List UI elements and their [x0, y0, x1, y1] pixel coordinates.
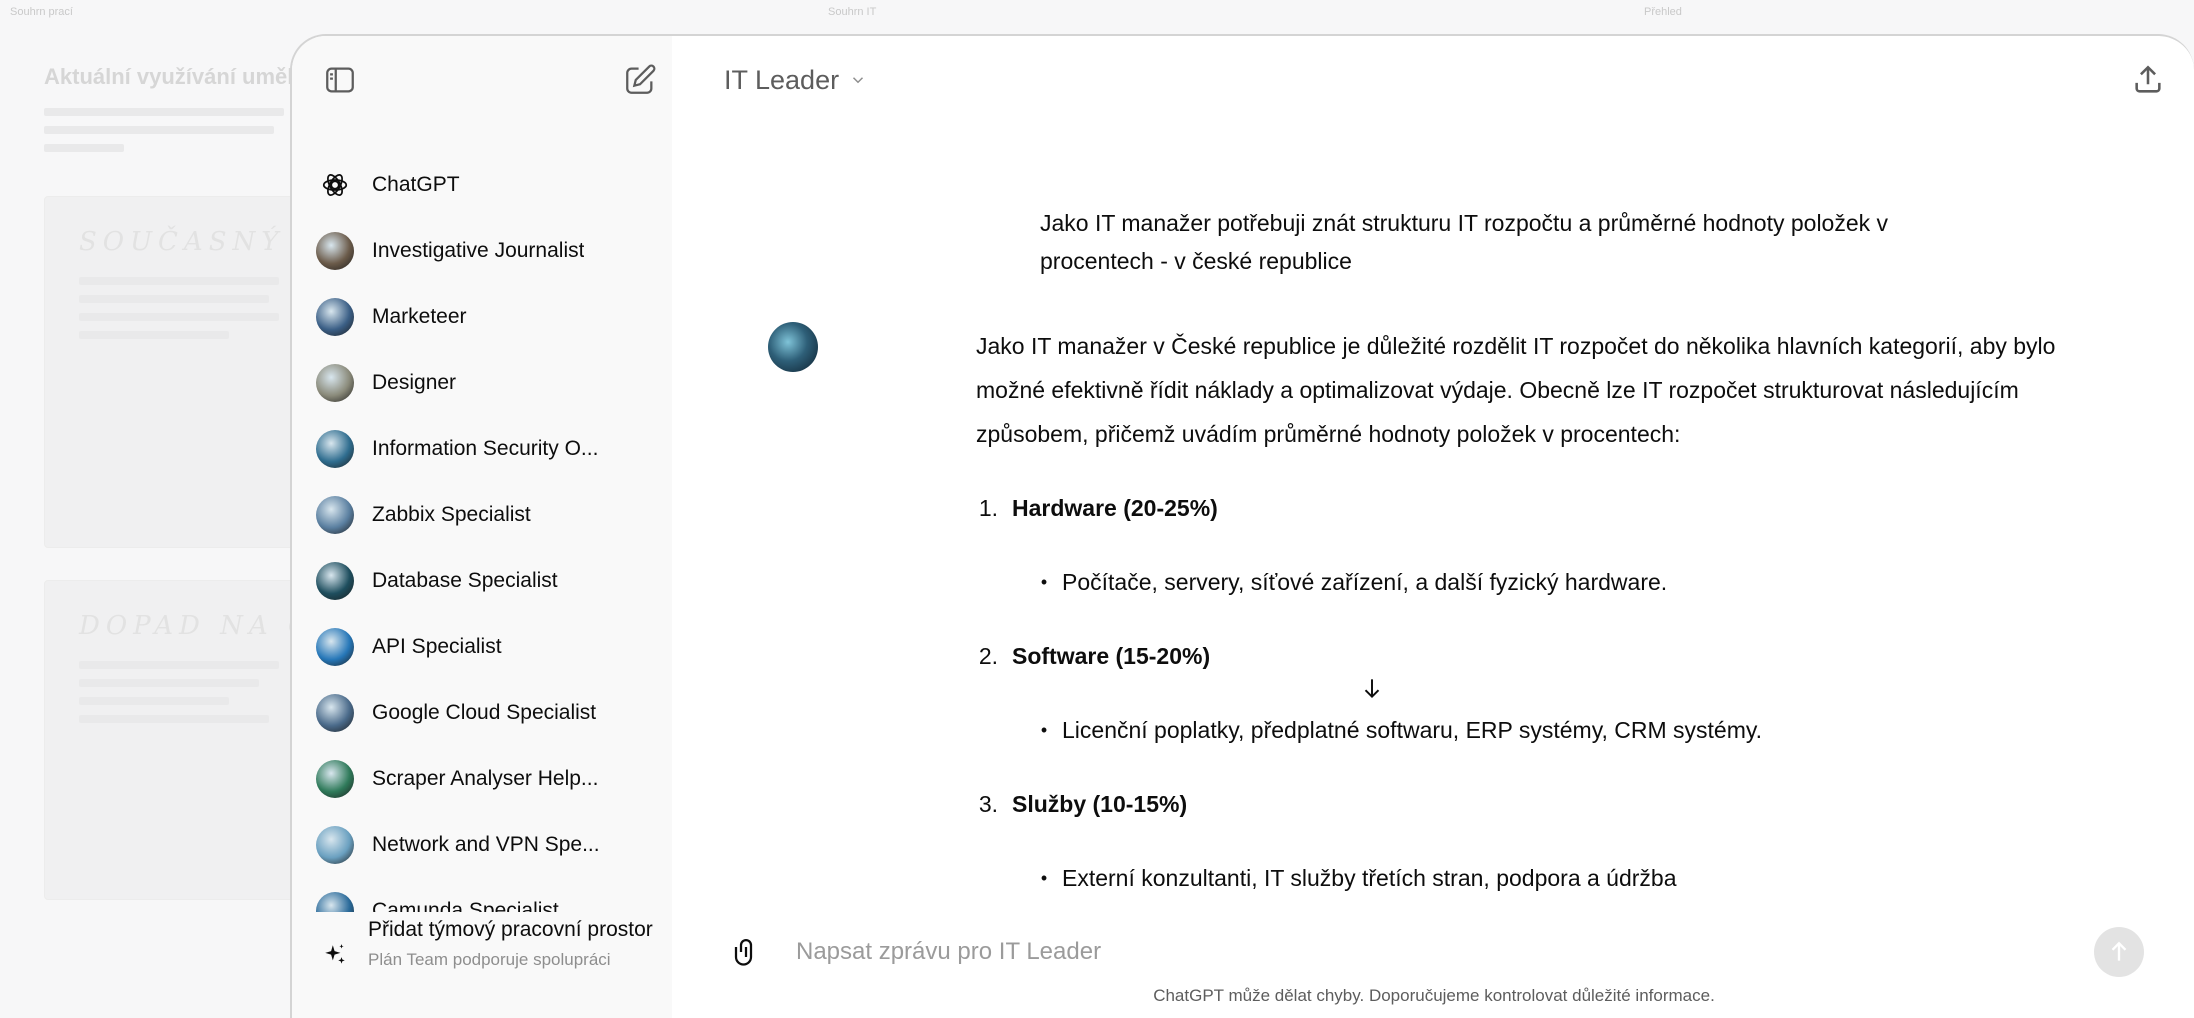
list-number: 2.: [978, 643, 998, 669]
message-input[interactable]: [796, 938, 2094, 966]
list-item: 2. Software (15-20%) • Licenční poplatky, p…: [976, 634, 2106, 752]
numbered-heading: 1. Hardware (20-25%): [976, 486, 2106, 530]
database-specialist-avatar: [316, 562, 354, 600]
background-paragraph: [44, 108, 294, 162]
model-name: IT Leader: [724, 64, 840, 95]
scraper-analyser-avatar: [316, 760, 354, 798]
background-tab: Souhrn prací: [10, 6, 73, 18]
sidebar-item-gpt[interactable]: Google Cloud Specialist: [308, 680, 664, 746]
new-chat-button[interactable]: [618, 58, 662, 102]
chevron-down-icon: [853, 77, 864, 84]
network-vpn-avatar: [316, 826, 354, 864]
sidebar-item-label: ChatGPT: [372, 173, 460, 196]
attach-button[interactable]: [724, 930, 768, 974]
add-team-workspace-button[interactable]: Přidat týmový pracovní prostor Plán Team…: [308, 902, 664, 1018]
sidebar-item-gpt[interactable]: Database Specialist: [308, 548, 664, 614]
sidebar-item-label: Scraper Analyser Help...: [372, 767, 599, 790]
sidebar-item-label: Designer: [372, 371, 457, 394]
list-number: 3.: [978, 791, 998, 817]
user-message: Jako IT manažer potřebuji znát strukturu…: [1040, 210, 1889, 274]
sidebar-item-gpt[interactable]: Network and VPN Spe...: [308, 812, 664, 878]
toggle-sidebar-button[interactable]: [318, 58, 362, 102]
chatgpt-window: ChatGPT Investigative Journalist Marketeer…: [290, 34, 2194, 1018]
bullet-item: • Externí konzultanti, IT služby třetích …: [1026, 856, 2106, 900]
sparkle-icon: [316, 936, 354, 974]
sidebar-item-gpt[interactable]: Zabbix Specialist: [308, 482, 664, 548]
bullet-icon: •: [1040, 720, 1048, 740]
sidebar-item-label: Google Cloud Specialist: [372, 701, 597, 724]
sidebar-item-gpt[interactable]: Investigative Journalist: [308, 218, 664, 284]
team-workspace-title: Přidat týmový pracovní prostor: [368, 918, 653, 941]
arrow-down-icon: [1364, 679, 1380, 699]
sidebar-item-label: Investigative Journalist: [372, 239, 585, 262]
assistant-avatar: [768, 322, 818, 372]
information-security-avatar: [316, 430, 354, 468]
bullet-icon: •: [1040, 572, 1048, 592]
background-card-title: SOUČASNÝ STA: [79, 227, 370, 257]
api-specialist-avatar: [316, 628, 354, 666]
sidebar-item-label: Information Security O...: [372, 437, 599, 460]
background-card: SOUČASNÝ STA: [44, 196, 370, 548]
sidebar-item-label: API Specialist: [372, 635, 502, 658]
arrow-up-icon: [2111, 941, 2127, 961]
sidebar-item-gpt[interactable]: Designer: [308, 350, 664, 416]
background-tab: Přehled: [1644, 6, 1682, 18]
openai-logo-icon: [316, 166, 354, 204]
send-button[interactable]: [2094, 927, 2144, 977]
numbered-heading: 2. Software (15-20%): [976, 634, 2106, 678]
share-button[interactable]: [2126, 58, 2170, 102]
designer-avatar: [316, 364, 354, 402]
paperclip-icon: [734, 939, 753, 966]
google-cloud-specialist-avatar: [316, 694, 354, 732]
sidebar-item-gpt[interactable]: Marketeer: [308, 284, 664, 350]
sidebar-item-label: Network and VPN Spe...: [372, 833, 600, 856]
list-number: 1.: [978, 495, 998, 521]
chat-thread: Jako IT manažer potřebuji znát strukturu…: [672, 128, 2194, 922]
numbered-heading: 3. Služby (10-15%): [976, 782, 2106, 826]
composer: [724, 916, 2144, 988]
sidebar: ChatGPT Investigative Journalist Marketeer…: [292, 36, 672, 1018]
bullet-text: Licenční poplatky, předplatné softwaru, …: [1062, 717, 1763, 743]
bullet-text: Externí konzultanti, IT služby třetích s…: [1062, 865, 1677, 891]
investigative-journalist-avatar: [316, 232, 354, 270]
sidebar-toggle-icon: [326, 67, 354, 93]
marketeer-avatar: [316, 298, 354, 336]
scroll-to-bottom-button[interactable]: [1352, 668, 1392, 708]
bullet-item: • Licenční poplatky, předplatné softwaru,…: [1026, 708, 2106, 752]
background-tabs: Souhrn prací Souhrn IT Přehled: [0, 6, 2194, 22]
sidebar-item-label: Zabbix Specialist: [372, 503, 531, 526]
assistant-list: 1. Hardware (20-25%) • Počítače, servery, s…: [976, 486, 2106, 900]
share-icon: [2135, 65, 2161, 93]
sidebar-item-gpt[interactable]: Scraper Analyser Help...: [308, 746, 664, 812]
bullet-item: • Počítače, servery, síťové zařízení, a d…: [1026, 560, 2106, 604]
background-card-title: DOPAD NA ORG: [79, 611, 368, 641]
sidebar-item-label: Marketeer: [372, 305, 467, 328]
model-selector[interactable]: IT Leader: [724, 58, 867, 102]
zabbix-specialist-avatar: [316, 496, 354, 534]
list-item: 1. Hardware (20-25%) • Počítače, servery, s…: [976, 486, 2106, 604]
assistant-intro: Jako IT manažer v České republice je důl…: [976, 333, 2056, 447]
team-workspace-text: Přidat týmový pracovní prostor Plán Team…: [368, 914, 653, 1008]
list-title: Služby (10-15%): [1012, 791, 1188, 817]
sidebar-toolbar: [318, 58, 668, 102]
new-chat-icon: [626, 64, 656, 94]
bullet-icon: •: [1040, 868, 1048, 888]
disclaimer: ChatGPT může dělat chyby. Doporučujeme k…: [1153, 986, 1715, 1005]
sidebar-item-gpt[interactable]: API Specialist: [308, 614, 664, 680]
background-title: Aktuální využívání uměl: [44, 64, 294, 89]
team-workspace-subtitle: Plán Team podporuje spolupráci: [368, 950, 611, 969]
background-tab: Souhrn IT: [828, 6, 877, 18]
sidebar-item-label: Database Specialist: [372, 569, 558, 592]
list-title: Hardware (20-25%): [1012, 495, 1218, 521]
main-area: IT Leader Jako IT manažer potřebuji znát…: [672, 36, 2194, 1018]
sidebar-item-gpt[interactable]: ChatGPT: [308, 152, 664, 218]
bullet-text: Počítače, servery, síťové zařízení, a da…: [1062, 569, 1668, 595]
assistant-message: Jako IT manažer v České republice je důl…: [976, 324, 2106, 900]
sidebar-item-gpt[interactable]: Information Security O...: [308, 416, 664, 482]
list-title: Software (15-20%): [1012, 643, 1211, 669]
list-item: 3. Služby (10-15%) • Externí konzultanti, I…: [976, 782, 2106, 900]
gpt-list: ChatGPT Investigative Journalist Marketeer…: [308, 152, 664, 912]
background-card: DOPAD NA ORG: [44, 580, 368, 900]
